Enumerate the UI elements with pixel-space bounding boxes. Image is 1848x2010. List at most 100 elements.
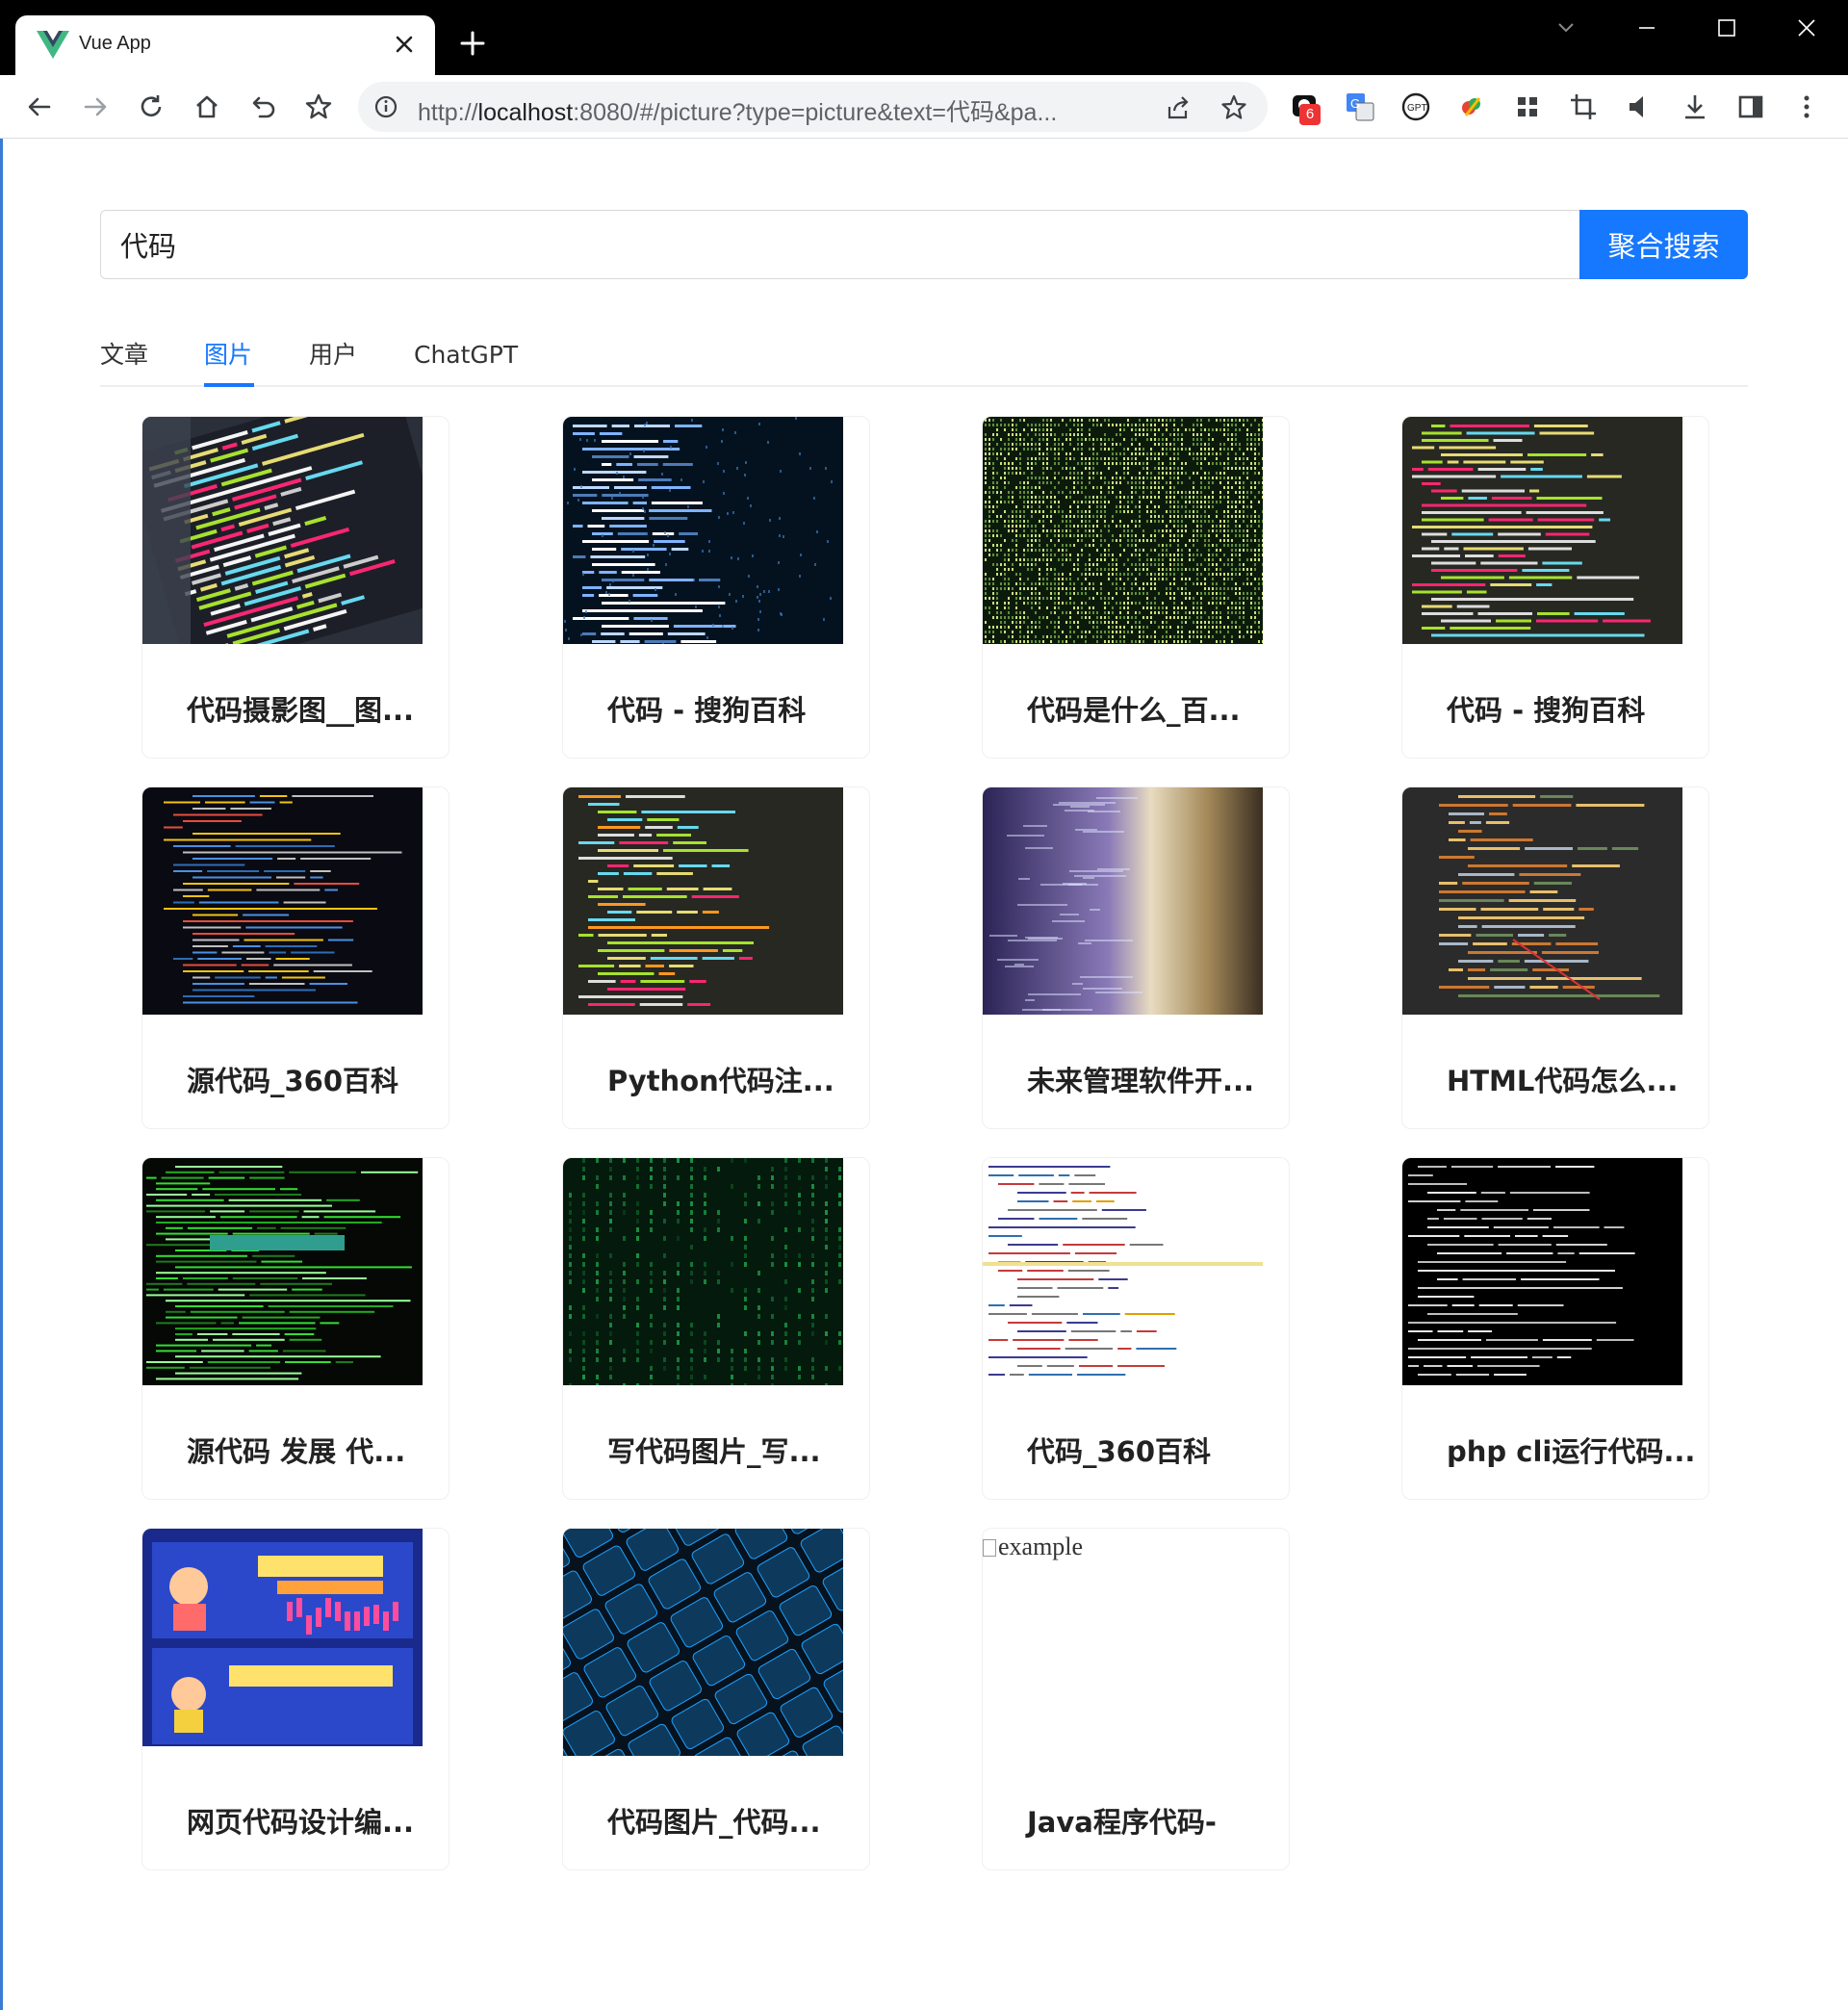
url-host: localhost	[477, 99, 574, 126]
search-input[interactable]	[120, 211, 1564, 278]
picture-thumbnail[interactable]	[142, 1529, 423, 1756]
thumbnail-image	[983, 1158, 1263, 1385]
picture-thumbnail[interactable]	[1402, 787, 1682, 1015]
thumbnail-image	[983, 417, 1263, 644]
picture-thumbnail[interactable]	[563, 787, 843, 1015]
browser-tab[interactable]: Vue App	[15, 15, 435, 75]
thumbnail-image	[563, 1529, 843, 1756]
picture-card[interactable]: 未来管理软件开...	[982, 786, 1290, 1129]
forward-icon[interactable]	[79, 90, 112, 123]
picture-card[interactable]: 代码摄影图__图...	[141, 416, 449, 759]
browser-titlebar: Vue App	[0, 0, 1848, 75]
picture-title: 网页代码设计编...	[187, 1806, 415, 1839]
minimize-icon[interactable]	[1632, 13, 1661, 42]
picture-title: 写代码图片_写...	[607, 1435, 821, 1468]
picture-card[interactable]: Python代码注...	[562, 786, 870, 1129]
site-info-icon[interactable]	[373, 94, 398, 119]
bookmark-star-icon[interactable]	[302, 90, 335, 123]
picture-thumbnail[interactable]	[563, 417, 843, 644]
picture-thumbnail[interactable]	[983, 787, 1263, 1015]
picture-title: Java程序代码-	[1027, 1806, 1217, 1839]
thumbnail-image	[1402, 417, 1682, 644]
picture-card[interactable]: 代码 - 搜狗百科	[562, 416, 870, 759]
tab-articles[interactable]: 文章	[100, 331, 148, 385]
reload-icon[interactable]	[135, 90, 167, 123]
picture-card[interactable]: 代码图片_代码...	[562, 1528, 870, 1870]
translate-icon[interactable]: G	[1344, 90, 1376, 123]
svg-text:G: G	[1350, 96, 1360, 111]
picture-thumbnail[interactable]	[983, 1158, 1263, 1385]
picture-thumbnail[interactable]	[1402, 1158, 1682, 1385]
picture-card[interactable]: example Java程序代码-	[982, 1528, 1290, 1870]
star-icon[interactable]	[1219, 93, 1248, 122]
browser-toolbar: http://localhost:8080/#/picture?type=pic…	[0, 75, 1848, 139]
download-icon[interactable]	[1679, 90, 1711, 123]
picture-card[interactable]: 源代码 发展 代...	[141, 1157, 449, 1500]
close-tab-icon[interactable]	[391, 31, 418, 58]
image-alt-text: example	[983, 1533, 1083, 1561]
picture-title: 源代码_360百科	[187, 1065, 399, 1097]
broken-image[interactable]: example	[983, 1529, 1263, 1756]
chatgpt-extension-icon[interactable]: GPT	[1399, 90, 1432, 123]
picture-thumbnail[interactable]	[563, 1158, 843, 1385]
search-type-tabs: 文章 图片 用户 ChatGPT	[100, 331, 1748, 387]
menu-dots-icon[interactable]	[1790, 90, 1823, 123]
color-picker-icon[interactable]	[1455, 90, 1488, 123]
close-window-icon[interactable]	[1792, 13, 1821, 42]
picture-thumbnail[interactable]	[142, 417, 423, 644]
share-icon[interactable]	[1164, 93, 1193, 122]
speaker-icon[interactable]	[1623, 90, 1656, 123]
tab-users[interactable]: 用户	[309, 331, 357, 385]
active-tab-indicator	[204, 383, 254, 387]
url-scheme: http://	[418, 99, 478, 126]
tab-title: Vue App	[79, 33, 151, 54]
search-box	[100, 210, 1748, 279]
tab-chatgpt[interactable]: ChatGPT	[414, 331, 518, 385]
picture-card[interactable]: HTML代码怎么...	[1401, 786, 1709, 1129]
undo-icon[interactable]	[246, 90, 279, 123]
picture-title: 代码摄影图__图...	[187, 694, 415, 727]
picture-card[interactable]: 源代码_360百科	[141, 786, 449, 1129]
new-tab-icon[interactable]	[458, 29, 487, 58]
picture-card[interactable]: 网页代码设计编...	[141, 1528, 449, 1870]
broken-image-icon	[983, 1539, 996, 1557]
picture-card[interactable]: 代码 - 搜狗百科	[1401, 416, 1709, 759]
picture-thumbnail[interactable]	[983, 417, 1263, 644]
picture-thumbnail[interactable]	[142, 1158, 423, 1385]
picture-thumbnail[interactable]	[563, 1529, 843, 1756]
thumbnail-image	[1402, 1158, 1682, 1385]
qr-grid-icon[interactable]	[1511, 90, 1544, 123]
picture-title: Python代码注...	[607, 1065, 834, 1097]
crop-icon[interactable]	[1567, 90, 1600, 123]
picture-title: 代码_360百科	[1027, 1435, 1212, 1468]
thumbnail-image	[142, 1529, 423, 1756]
picture-title: 代码图片_代码...	[607, 1806, 821, 1839]
picture-thumbnail[interactable]	[142, 787, 423, 1015]
picture-thumbnail[interactable]	[1402, 417, 1682, 644]
picture-title: 代码 - 搜狗百科	[607, 694, 807, 727]
aggregate-search-button[interactable]: 聚合搜索	[1579, 210, 1748, 279]
tab-pictures[interactable]: 图片	[204, 331, 252, 385]
picture-card[interactable]: 写代码图片_写...	[562, 1157, 870, 1500]
address-bar[interactable]: http://localhost:8080/#/picture?type=pic…	[358, 82, 1268, 132]
home-icon[interactable]	[191, 90, 223, 123]
picture-title: HTML代码怎么...	[1447, 1065, 1679, 1097]
vue-logo-icon	[37, 31, 69, 59]
picture-title: 未来管理软件开...	[1027, 1065, 1255, 1097]
url-text[interactable]: http://localhost:8080/#/picture?type=pic…	[418, 93, 1057, 128]
picture-card[interactable]: php cli运行代码...	[1401, 1157, 1709, 1500]
chevron-down-icon[interactable]	[1552, 13, 1580, 42]
picture-card[interactable]: 代码是什么_百...	[982, 416, 1290, 759]
maximize-icon[interactable]	[1712, 13, 1741, 42]
svg-text:GPT: GPT	[1407, 103, 1427, 114]
thumbnail-image	[563, 1158, 843, 1385]
thumbnail-image	[563, 787, 843, 1015]
picture-title: php cli运行代码...	[1447, 1435, 1696, 1468]
picture-title: 代码 - 搜狗百科	[1447, 694, 1646, 727]
picture-card[interactable]: 代码_360百科	[982, 1157, 1290, 1500]
thumbnail-image	[142, 787, 423, 1015]
thumbnail-image	[142, 417, 423, 644]
side-panel-icon[interactable]	[1734, 90, 1767, 123]
back-icon[interactable]	[23, 90, 56, 123]
page-content: 聚合搜索 文章 图片 用户 ChatGPT 代码摄影图__图... 代码 - 搜狗…	[0, 139, 1848, 2010]
